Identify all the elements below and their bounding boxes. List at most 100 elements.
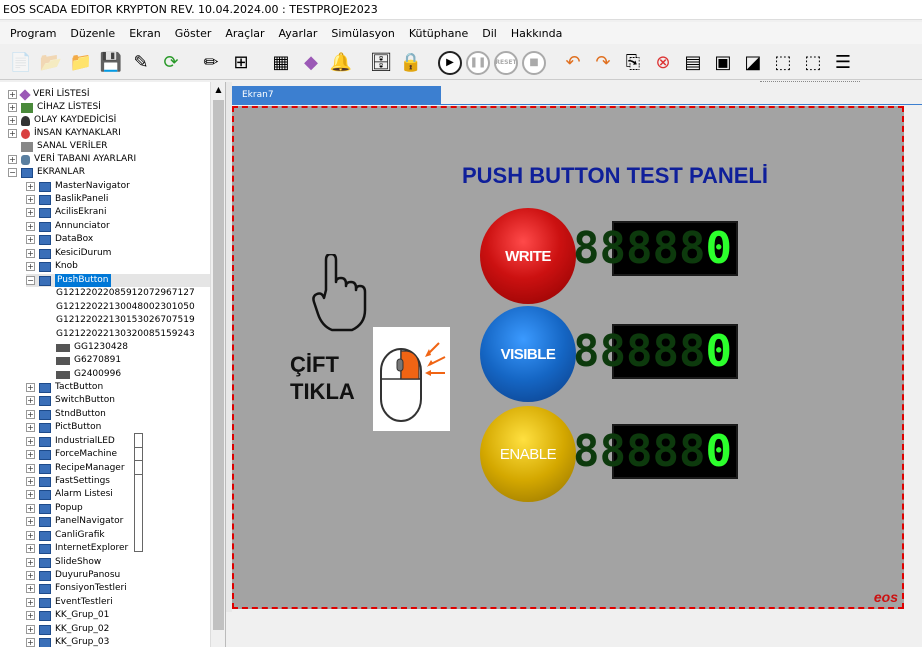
menu-simulasyon[interactable]: Simülasyon bbox=[331, 27, 394, 40]
menu-ekran[interactable]: Ekran bbox=[129, 27, 161, 40]
expand-icon[interactable]: + bbox=[26, 235, 35, 244]
bring-front-icon[interactable]: ▣ bbox=[710, 50, 736, 76]
save-as-icon[interactable]: ✎ bbox=[128, 50, 154, 76]
reset-icon[interactable]: RESET bbox=[494, 50, 518, 75]
tree-screen-item[interactable]: + TactButton bbox=[26, 381, 103, 394]
tree-screen-item[interactable]: + Knob bbox=[26, 260, 78, 273]
tree-child-item[interactable]: G6270891 bbox=[56, 354, 121, 367]
numeric-display-write[interactable]: 8 8 8 8 8 0 bbox=[573, 221, 738, 276]
tree-child-item[interactable]: GG1230428 bbox=[56, 341, 128, 354]
expand-icon[interactable]: + bbox=[26, 182, 35, 191]
tree-screen-item[interactable]: + AcilisEkrani bbox=[26, 206, 106, 219]
tree-node-cihaz-listesi[interactable]: + CİHAZ LİSTESİ bbox=[8, 101, 101, 114]
redo-icon[interactable]: ↷ bbox=[590, 50, 616, 76]
lock-icon[interactable]: 🔒 bbox=[398, 50, 424, 76]
tree-screen-item[interactable]: + ForceMachine bbox=[26, 448, 117, 461]
expand-icon[interactable]: + bbox=[26, 625, 35, 634]
tree-screen-item[interactable]: + SlideShow bbox=[26, 556, 101, 569]
tree-screen-item[interactable]: + Annunciator bbox=[26, 220, 110, 233]
tree-node-insan-kaynaklari[interactable]: + İNSAN KAYNAKLARI bbox=[8, 127, 121, 140]
ungroup-icon[interactable]: ⬚ bbox=[800, 50, 826, 76]
expand-icon[interactable]: + bbox=[26, 504, 35, 513]
expand-icon[interactable]: + bbox=[26, 558, 35, 567]
expand-icon[interactable]: + bbox=[26, 544, 35, 553]
tree-screen-item-selected[interactable]: − PushButton bbox=[26, 274, 211, 287]
tree-screen-item[interactable]: + SwitchButton bbox=[26, 394, 115, 407]
expand-icon[interactable]: + bbox=[8, 129, 17, 138]
expand-icon[interactable]: + bbox=[26, 611, 35, 620]
tree-screen-item[interactable]: + KK_Grup_03 bbox=[26, 636, 109, 647]
tab-ekran7[interactable]: Ekran7 bbox=[232, 86, 441, 104]
scroll-thumb[interactable] bbox=[213, 100, 224, 630]
tree-screen-item[interactable]: + BaslikPaneli bbox=[26, 193, 108, 206]
menu-kutuphane[interactable]: Kütüphane bbox=[409, 27, 468, 40]
edit-icon[interactable]: ✏ bbox=[198, 50, 224, 76]
bell-icon[interactable]: 🔔 bbox=[328, 50, 354, 76]
tree-scrollbar[interactable]: ▲ bbox=[210, 82, 225, 647]
expand-icon[interactable]: + bbox=[26, 249, 35, 258]
tree-screen-item[interactable]: + PanelNavigator bbox=[26, 515, 123, 528]
enable-push-button[interactable]: ENABLE bbox=[480, 406, 576, 502]
folder-icon[interactable]: 📁 bbox=[68, 50, 94, 76]
delete-icon[interactable]: ⊗ bbox=[650, 50, 676, 76]
copy-icon[interactable]: ⎘ bbox=[620, 50, 646, 76]
expand-icon[interactable]: + bbox=[26, 571, 35, 580]
tree-screen-item[interactable]: + FastSettings bbox=[26, 475, 110, 488]
tree-node-veri-tabani[interactable]: + VERİ TABANI AYARLARI bbox=[8, 153, 136, 166]
scroll-up-icon[interactable]: ▲ bbox=[211, 82, 225, 97]
expand-icon[interactable]: + bbox=[26, 437, 35, 446]
expand-icon[interactable]: + bbox=[26, 423, 35, 432]
database-icon[interactable]: 🗄 bbox=[368, 50, 394, 76]
expand-icon[interactable]: + bbox=[26, 517, 35, 526]
menu-araclar[interactable]: Araçlar bbox=[225, 27, 264, 40]
tree-screen-item[interactable]: + Alarm Listesi bbox=[26, 488, 113, 501]
expand-icon[interactable]: + bbox=[26, 262, 35, 271]
expand-icon[interactable]: + bbox=[26, 208, 35, 217]
expand-icon[interactable]: + bbox=[26, 477, 35, 486]
write-push-button[interactable]: WRITE bbox=[480, 208, 576, 304]
new-file-icon[interactable]: 📄 bbox=[8, 50, 34, 76]
visible-push-button[interactable]: VISIBLE bbox=[480, 306, 576, 402]
collapse-icon[interactable]: − bbox=[8, 168, 17, 177]
tree-node-ekranlar[interactable]: − EKRANLAR bbox=[8, 166, 85, 179]
design-canvas[interactable]: PUSH BUTTON TEST PANELİ ÇİFT TIKLA WRITE… bbox=[232, 106, 904, 609]
tree-screen-item[interactable]: + InternetExplorer bbox=[26, 542, 128, 555]
tree-screen-item[interactable]: + KK_Grup_01 bbox=[26, 609, 109, 622]
tree-screen-item[interactable]: + FonsiyonTestleri bbox=[26, 582, 127, 595]
expand-icon[interactable]: + bbox=[8, 116, 17, 125]
tree-node-sanal-veriler[interactable]: SANAL VERİLER bbox=[21, 140, 108, 153]
save-icon[interactable]: 💾 bbox=[98, 50, 124, 76]
expand-icon[interactable]: + bbox=[26, 531, 35, 540]
tree-screen-item[interactable]: + DuyuruPanosu bbox=[26, 569, 120, 582]
send-back-icon[interactable]: ◪ bbox=[740, 50, 766, 76]
expand-icon[interactable]: + bbox=[26, 410, 35, 419]
expand-icon[interactable]: + bbox=[26, 383, 35, 392]
tree-screen-item[interactable]: + EventTestleri bbox=[26, 596, 113, 609]
tree-screen-item[interactable]: + KesiciDurum bbox=[26, 247, 111, 260]
tree-screen-item[interactable]: + DataBox bbox=[26, 233, 93, 246]
expand-icon[interactable]: + bbox=[26, 584, 35, 593]
list-icon[interactable]: ☰ bbox=[830, 50, 856, 76]
expand-icon[interactable]: + bbox=[8, 90, 17, 99]
tree-child-item[interactable]: G12122022130153026707519 bbox=[56, 314, 195, 538]
refresh-icon[interactable]: ⟳ bbox=[158, 50, 184, 76]
add-icon[interactable]: ⊞ bbox=[228, 50, 254, 76]
expand-icon[interactable]: + bbox=[26, 464, 35, 473]
play-icon[interactable]: ▶ bbox=[438, 50, 462, 75]
table-icon[interactable]: ▦ bbox=[268, 50, 294, 76]
tree-screen-item[interactable]: + IndustrialLED bbox=[26, 435, 115, 448]
menu-ayarlar[interactable]: Ayarlar bbox=[279, 27, 318, 40]
tree-screen-item[interactable]: + MasterNavigator bbox=[26, 180, 130, 193]
tree-child-item[interactable]: G12122022085912072967127 bbox=[56, 287, 195, 511]
tree-screen-item[interactable]: + RecipeManager bbox=[26, 462, 125, 475]
stop-icon[interactable]: ■ bbox=[522, 50, 546, 75]
tree-child-item[interactable]: G2400996 bbox=[56, 368, 121, 381]
menu-dil[interactable]: Dil bbox=[482, 27, 497, 40]
numeric-display-visible[interactable]: 8 8 8 8 8 0 bbox=[573, 324, 738, 379]
tree-screen-item[interactable]: + Popup bbox=[26, 502, 83, 515]
menu-hakkinda[interactable]: Hakkında bbox=[511, 27, 563, 40]
tag-icon[interactable]: ◆ bbox=[298, 50, 324, 76]
tree-screen-item[interactable]: + StndButton bbox=[26, 408, 106, 421]
tree-child-item[interactable]: G12122022130048002301050 bbox=[56, 301, 195, 525]
expand-icon[interactable]: + bbox=[26, 222, 35, 231]
